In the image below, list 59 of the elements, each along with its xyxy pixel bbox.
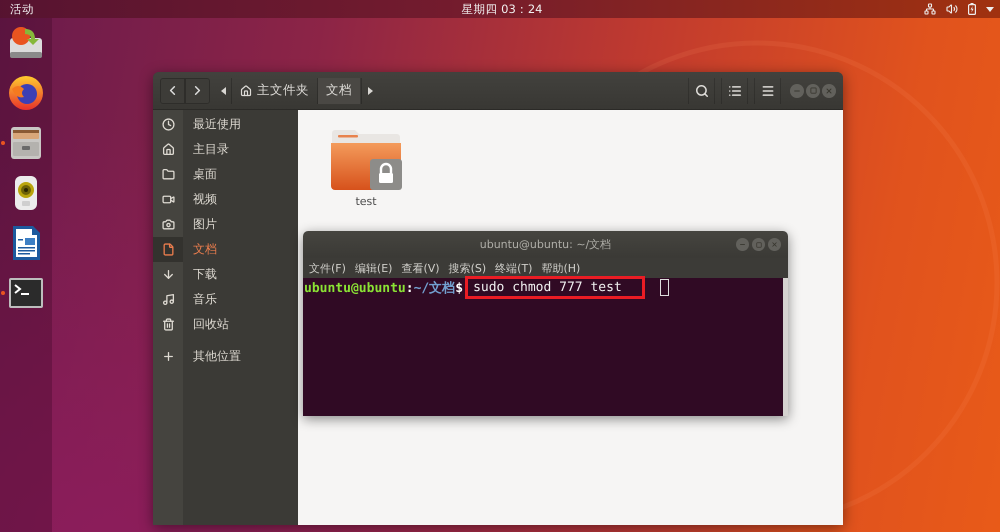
- plus-icon: [162, 350, 174, 363]
- network-icon[interactable]: [924, 3, 936, 15]
- triangle-right-icon: [368, 86, 372, 94]
- list-view-icon: [728, 84, 742, 98]
- maximize-icon: [756, 242, 762, 248]
- sidebar-item[interactable]: 桌面: [153, 162, 298, 187]
- scrollbar[interactable]: [783, 278, 788, 416]
- cursor-icon: [660, 279, 669, 296]
- search-button[interactable]: [688, 78, 715, 104]
- terminal-command: sudo chmod 777 test: [465, 276, 645, 299]
- terminal-screen[interactable]: ubuntu@ubuntu:~/文档$ sudo chmod 777 test: [303, 278, 783, 416]
- sidebar-item[interactable]: 下载: [153, 262, 298, 287]
- activities-button[interactable]: 活动: [10, 0, 34, 18]
- sidebar-item[interactable]: 音乐: [153, 287, 298, 312]
- minimize-icon: [739, 241, 746, 248]
- menu-item[interactable]: 编辑(E): [354, 260, 392, 276]
- menu-item[interactable]: 帮助(H): [541, 260, 580, 276]
- forward-button[interactable]: [185, 78, 210, 104]
- sidebar-item[interactable]: 主目录: [153, 137, 298, 162]
- sidebar-item[interactable]: 最近使用: [153, 112, 298, 137]
- volume-icon[interactable]: [946, 3, 958, 15]
- caret-down-icon[interactable]: [986, 6, 994, 12]
- menu-item[interactable]: 文件(F): [309, 260, 346, 276]
- menu-icon: [760, 84, 774, 98]
- document-icon: [162, 243, 174, 256]
- menu-button[interactable]: [754, 78, 781, 104]
- close-icon: [825, 86, 833, 94]
- view-toggle-button[interactable]: [721, 78, 748, 104]
- menu-item[interactable]: 查看(V): [401, 260, 440, 276]
- trash-icon: [162, 318, 174, 331]
- triangle-left-icon: [220, 86, 226, 94]
- browser-icon[interactable]: [8, 75, 44, 111]
- sidebar-item[interactable]: 视频: [153, 187, 298, 212]
- music-note-icon: [162, 293, 174, 306]
- menu-item[interactable]: 终端(T): [495, 260, 532, 276]
- window-title: ubuntu@ubuntu: ~/文档: [480, 237, 612, 252]
- menu-item[interactable]: 搜索(S): [448, 260, 486, 276]
- clock-icon: [162, 118, 174, 131]
- clock[interactable]: 星期四 03：24: [462, 0, 542, 18]
- video-camera-icon: [162, 193, 174, 206]
- download-arrow-icon: [162, 268, 174, 281]
- search-icon: [694, 84, 708, 98]
- path-button[interactable]: 文档: [318, 78, 361, 104]
- terminal-prompt: ubuntu@ubuntu:~/文档$: [304, 280, 464, 296]
- battery-icon[interactable]: [968, 3, 976, 15]
- installer-icon[interactable]: [8, 25, 44, 61]
- camera-icon: [162, 218, 174, 231]
- terminal-icon[interactable]: [8, 275, 44, 311]
- file-item[interactable]: test: [330, 128, 402, 208]
- back-button[interactable]: [160, 78, 185, 104]
- sidebar-item[interactable]: 图片: [153, 212, 298, 237]
- file-cabinet-icon[interactable]: [8, 125, 44, 161]
- maximize-icon: [810, 87, 816, 94]
- close-icon: [771, 241, 778, 248]
- sidebar-item[interactable]: 回收站: [153, 312, 298, 337]
- home-icon: [162, 143, 174, 156]
- sidebar-item[interactable]: 其他位置: [153, 344, 298, 369]
- home-icon: [240, 84, 252, 96]
- folder-icon: [162, 168, 174, 181]
